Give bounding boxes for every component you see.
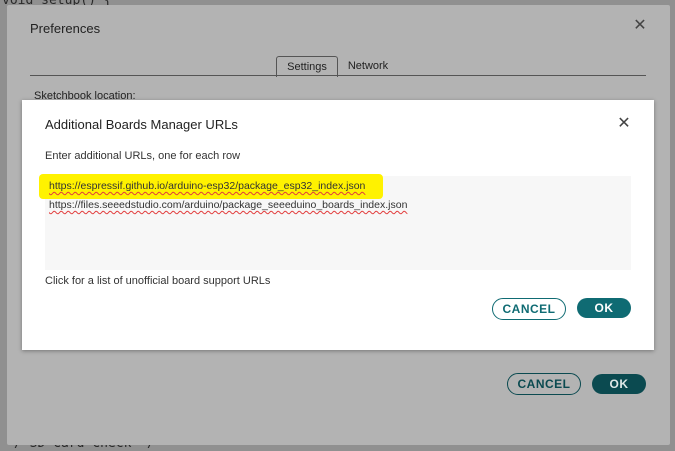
instruction-text: Enter additional URLs, one for each row xyxy=(45,150,241,162)
close-icon[interactable]: ✕ xyxy=(617,116,631,132)
dialog-title: Additional Boards Manager URLs xyxy=(45,117,238,132)
close-icon[interactable]: ✕ xyxy=(633,18,647,34)
additional-boards-dialog: Additional Boards Manager URLs ✕ Enter a… xyxy=(22,100,654,350)
preferences-title: Preferences xyxy=(30,21,101,36)
unofficial-urls-link[interactable]: Click for a list of unofficial board sup… xyxy=(45,275,270,287)
tab-network[interactable]: Network xyxy=(343,56,393,76)
preferences-cancel-button[interactable]: CANCEL xyxy=(507,373,581,395)
tab-settings[interactable]: Settings xyxy=(276,56,338,77)
url-line[interactable]: https://files.seeedstudio.com/arduino/pa… xyxy=(49,199,407,211)
url-line[interactable]: https://espressif.github.io/arduino-esp3… xyxy=(49,180,365,192)
preferences-ok-button[interactable]: OK xyxy=(592,374,646,394)
dialog-ok-button[interactable]: OK xyxy=(577,298,631,318)
tab-divider xyxy=(30,75,646,76)
dialog-cancel-button[interactable]: CANCEL xyxy=(492,298,566,320)
